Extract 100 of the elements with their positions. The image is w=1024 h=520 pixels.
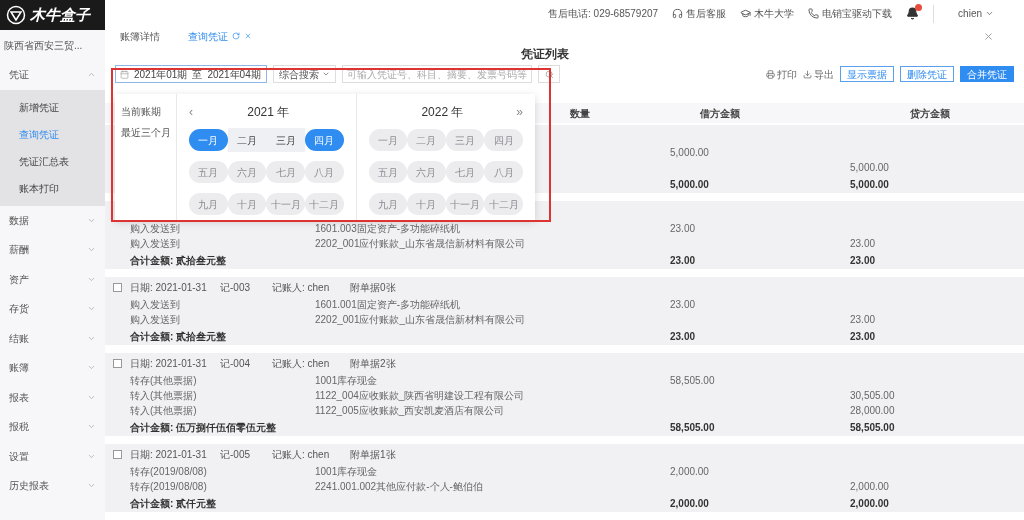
- shortcut-option[interactable]: 最近三个月: [121, 125, 176, 140]
- toolbar-button[interactable]: 合并凭证: [960, 66, 1014, 83]
- table-cell: 5,000.00: [850, 178, 889, 190]
- table-cell: 转入(其他票据): [130, 405, 197, 416]
- table-cell: 2,000.00: [670, 497, 709, 509]
- table-cell: 23.00: [670, 223, 696, 234]
- toolbar-link[interactable]: 打印: [777, 66, 797, 82]
- menu-item[interactable]: 账簿: [0, 353, 105, 383]
- table-cell: 5,000.00: [670, 178, 709, 190]
- toolbar-button[interactable]: 删除凭证: [900, 66, 954, 83]
- table-cell: 58,505.00: [850, 421, 895, 433]
- menu-item[interactable]: 资产: [0, 264, 105, 294]
- total-amount-text: 合计金额: 贰仟元整: [130, 497, 217, 509]
- table-cell: 2,000.00: [670, 466, 709, 477]
- voucher-recorder: 记账人: chen: [272, 280, 331, 295]
- search-type-select[interactable]: 综合搜索: [273, 65, 336, 84]
- table-cell: 购入发送到: [130, 299, 180, 310]
- cap-icon: [740, 8, 752, 20]
- table-cell: 28,000.00: [850, 405, 895, 416]
- submenu-item[interactable]: 凭证汇总表: [0, 147, 105, 175]
- submenu-item[interactable]: 账本打印: [0, 174, 105, 202]
- table-cell: 转入(其他票据): [130, 390, 197, 401]
- submenu-item[interactable]: 新增凭证: [0, 93, 105, 121]
- voucher-number: 记-004: [220, 356, 251, 371]
- voucher-attachments: 附单据0张: [350, 280, 396, 295]
- table-cell: 5,000.00: [850, 162, 889, 173]
- table-cell: 转存(2019/08/08): [130, 481, 207, 492]
- menu-item[interactable]: 薪酬: [0, 235, 105, 265]
- close-icon[interactable]: [983, 30, 994, 42]
- topbar-link[interactable]: 售后客服: [686, 6, 727, 22]
- close-tab-icon[interactable]: [244, 32, 252, 41]
- checkbox[interactable]: [113, 449, 122, 459]
- bell-icon[interactable]: [906, 7, 920, 21]
- table-cell: 58,505.00: [670, 375, 715, 386]
- voucher-recorder: 记账人: chen: [272, 447, 331, 462]
- table-cell: 转存(2019/08/08): [130, 466, 207, 477]
- search-field[interactable]: 可输入凭证号、科目、摘要、发票号码等: [342, 65, 532, 84]
- table-cell: 2241.001.002其他应付款-个人-鲍伯伯: [315, 481, 483, 492]
- table-cell: 1001库存现金: [315, 466, 378, 477]
- table-cell: 转存(其他票据): [130, 375, 197, 386]
- table-cell: 1122_004应收账款_陕西省明建设工程有限公司: [315, 390, 525, 401]
- year-label: 2022 年: [420, 104, 465, 121]
- next-year-button[interactable]: »: [516, 103, 523, 121]
- voucher-attachments: 附单据2张: [350, 356, 396, 371]
- total-amount-text: 合计金额: 贰拾叁元整: [130, 330, 227, 342]
- table-cell: 23.00: [850, 238, 876, 249]
- total-amount-text: 合计金额: 伍万捌仟伍佰零伍元整: [130, 421, 277, 433]
- table-cell: 23.00: [670, 254, 696, 266]
- tab[interactable]: 账簿详情: [120, 28, 160, 44]
- toolbar-button[interactable]: 显示票据: [840, 66, 894, 83]
- month-option[interactable]: 二月: [227, 129, 267, 151]
- export-icon: [803, 69, 812, 79]
- menu-item[interactable]: 报税: [0, 412, 105, 442]
- topbar-link[interactable]: 电销宝驱动下载: [822, 6, 893, 22]
- headset-icon: [672, 8, 684, 20]
- search-icon: [544, 69, 554, 79]
- menu-item[interactable]: 数据: [0, 205, 105, 235]
- table-cell: 购入发送到: [130, 223, 180, 234]
- table-cell: 58,505.00: [670, 421, 715, 433]
- table-cell: 1122_005应收账款_西安凯麦酒店有限公司: [315, 405, 505, 416]
- search-button[interactable]: [538, 65, 560, 84]
- month-option[interactable]: 三月: [266, 129, 305, 151]
- table-cell: 23.00: [670, 330, 696, 342]
- topbar-link[interactable]: 木牛大学: [754, 6, 795, 22]
- checkbox[interactable]: [113, 282, 122, 292]
- menu-item[interactable]: 凭证: [0, 60, 105, 90]
- menu-item[interactable]: 历史报表: [0, 471, 105, 501]
- tab[interactable]: 查询凭证: [188, 28, 252, 44]
- voucher-date: 日期: 2021-01-31: [130, 356, 208, 371]
- column-header: 数量: [570, 107, 590, 119]
- calendar-icon: [120, 69, 129, 79]
- month-option[interactable]: 一月: [189, 129, 228, 151]
- month-option[interactable]: 四月: [304, 129, 344, 151]
- table-cell: 23.00: [850, 330, 876, 342]
- voucher-recorder: 记账人: chen: [272, 356, 331, 371]
- table-cell: 23.00: [850, 254, 876, 266]
- menu-item[interactable]: 存货: [0, 294, 105, 324]
- menu-item[interactable]: 报表: [0, 382, 105, 412]
- table-cell: 2,000.00: [850, 497, 889, 509]
- voucher-date: 日期: 2021-01-31: [130, 280, 208, 295]
- company-name[interactable]: 陕西省西安三贸...: [0, 30, 105, 60]
- print-icon: [766, 69, 775, 79]
- table-cell: 23.00: [850, 314, 876, 325]
- shortcut-option[interactable]: 当前账期: [121, 104, 176, 119]
- year-label: 2021 年: [246, 104, 291, 121]
- submenu-item[interactable]: 查询凭证: [0, 120, 105, 148]
- user-menu[interactable]: chien: [958, 6, 994, 22]
- table-cell: 5,000.00: [670, 147, 709, 158]
- page-title: 凭证列表: [520, 46, 569, 64]
- date-range-field[interactable]: 2021年01期 至 2021年04期: [115, 65, 267, 84]
- voucher-attachments: 附单据1张: [350, 447, 396, 462]
- menu-item[interactable]: 结账: [0, 323, 105, 353]
- toolbar-link[interactable]: 导出: [814, 66, 834, 82]
- table-cell: 1601.003固定资产-多功能碎纸机: [315, 223, 461, 234]
- refresh-icon[interactable]: [232, 32, 240, 41]
- table-cell: 23.00: [670, 299, 696, 310]
- checkbox[interactable]: [113, 358, 122, 368]
- menu-item[interactable]: 设置: [0, 441, 105, 471]
- table-cell: 1001库存现金: [315, 375, 378, 386]
- hotline-text: 售后电话: 029-68579207: [548, 7, 659, 22]
